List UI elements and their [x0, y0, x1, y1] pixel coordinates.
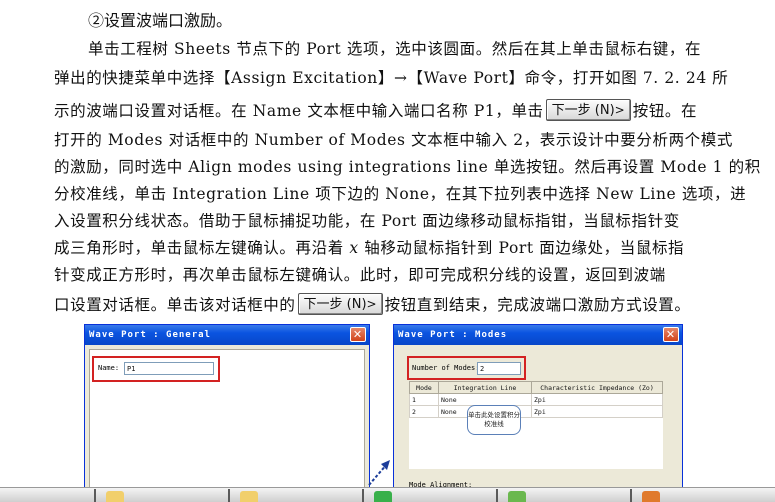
paragraph-line: 的激励，同时选中 Align modes using integrations … — [54, 158, 761, 176]
taskbar-item[interactable] — [94, 489, 228, 502]
paragraph-text: 按钮。在 — [632, 102, 698, 120]
dialog-titlebar: Wave Port : General ✕ — [85, 325, 369, 345]
taskbar-item[interactable] — [362, 489, 496, 502]
dialog-title: Wave Port : Modes — [398, 330, 508, 340]
table-header: Mode Integration Line Characteristic Imp… — [409, 381, 663, 394]
paragraph-text: 轴移动鼠标指针到 Port 面边缘处，当鼠标指 — [358, 239, 685, 257]
next-button-image: 下一步 (N)> — [297, 293, 383, 315]
wave-port-general-dialog: Wave Port : General ✕ Name: P1 — [84, 324, 370, 501]
taskbar — [0, 487, 775, 502]
app-icon — [508, 491, 526, 502]
dialog-title: Wave Port : General — [89, 330, 211, 340]
dialog-titlebar: Wave Port : Modes ✕ — [394, 325, 682, 345]
paragraph-line: 入设置积分线状态。借助于鼠标捕捉功能，在 Port 面边缘移动鼠标指钳，当鼠标指… — [54, 212, 680, 230]
paragraph-text: 成三角形时，单击鼠标左键确认。再沿着 — [54, 239, 350, 257]
close-icon[interactable]: ✕ — [663, 327, 679, 342]
dialog-body: Number of Modes: 2 Mode Integration Line… — [394, 345, 682, 500]
paragraph-line: 分校准线，单击 Integration Line 项下边的 None，在其下拉列… — [54, 185, 747, 203]
column-header: Integration Line — [438, 381, 532, 394]
flow-arrow-icon — [368, 460, 390, 486]
table-empty-area — [409, 417, 663, 469]
impedance-cell[interactable]: Zpi — [531, 405, 663, 418]
modes-table: Mode Integration Line Characteristic Imp… — [409, 381, 663, 469]
paragraph-text: 口设置对话框。单击该对话框中的 — [54, 296, 296, 314]
axis-variable: x — [349, 239, 359, 257]
column-header: Characteristic Impedance (Zo) — [531, 381, 663, 394]
app-icon — [374, 491, 392, 502]
taskbar-item[interactable] — [228, 489, 362, 502]
integration-line-callout: 单击此处设置积分校准线 — [467, 405, 521, 435]
paragraph-text: 按钮直到结束，完成波端口激励方式设置。 — [384, 296, 691, 314]
mode-cell: 1 — [409, 393, 439, 406]
name-label: Name: — [98, 364, 120, 372]
paragraph-line: 针变成正方形时，再次单击鼠标左键确认。此时，即可完成积分线的设置，返回到波端 — [54, 266, 666, 284]
section-heading: ②设置波端口激励。 — [88, 11, 233, 30]
folder-icon — [106, 491, 124, 502]
name-highlight-box: Name: P1 — [92, 356, 220, 382]
dialog-body: Name: P1 — [85, 345, 369, 500]
close-icon[interactable]: ✕ — [350, 327, 366, 342]
num-modes-label: Number of Modes: — [412, 364, 480, 372]
paragraph-line: 单击工程树 Sheets 节点下的 Port 选项，选中该圆面。然后在其上单击鼠… — [88, 40, 702, 58]
paragraph-line: 示的波端口设置对话框。在 Name 文本框中输入端口名称 P1，单击 下一步 (N… — [54, 98, 714, 124]
impedance-cell[interactable]: Zpi — [531, 393, 663, 406]
num-modes-highlight-box: Number of Modes: 2 — [407, 356, 526, 380]
folder-icon — [240, 491, 258, 502]
next-button-image: 下一步 (N)> — [545, 99, 631, 121]
paragraph-line: 弹出的快捷菜单中选择【Assign Excitation】→【Wave Port… — [54, 69, 729, 87]
column-header: Mode — [409, 381, 439, 394]
table-row[interactable]: 2 None Zpi — [409, 405, 663, 418]
wave-port-modes-dialog: Wave Port : Modes ✕ Number of Modes: 2 M… — [393, 324, 683, 501]
app-icon — [642, 491, 660, 502]
paragraph-line: 成三角形时，单击鼠标左键确认。再沿着 x 轴移动鼠标指针到 Port 面边缘处，… — [54, 235, 714, 261]
taskbar-item[interactable] — [496, 489, 630, 502]
paragraph-text: 示的波端口设置对话框。在 Name 文本框中输入端口名称 P1，单击 — [54, 102, 544, 120]
paragraph-line: 打开的 Modes 对话框中的 Number of Modes 文本框中输入 2… — [54, 131, 733, 149]
integration-line-cell[interactable]: None — [438, 393, 532, 406]
mode-cell: 2 — [409, 405, 439, 418]
taskbar-item[interactable] — [630, 489, 775, 502]
paragraph-line: 口设置对话框。单击该对话框中的 下一步 (N)> 按钮直到结束，完成波端口激励方式设… — [54, 292, 714, 318]
table-row[interactable]: 1 None Zpi — [409, 393, 663, 406]
name-input[interactable]: P1 — [124, 362, 214, 375]
num-modes-input[interactable]: 2 — [477, 362, 521, 375]
